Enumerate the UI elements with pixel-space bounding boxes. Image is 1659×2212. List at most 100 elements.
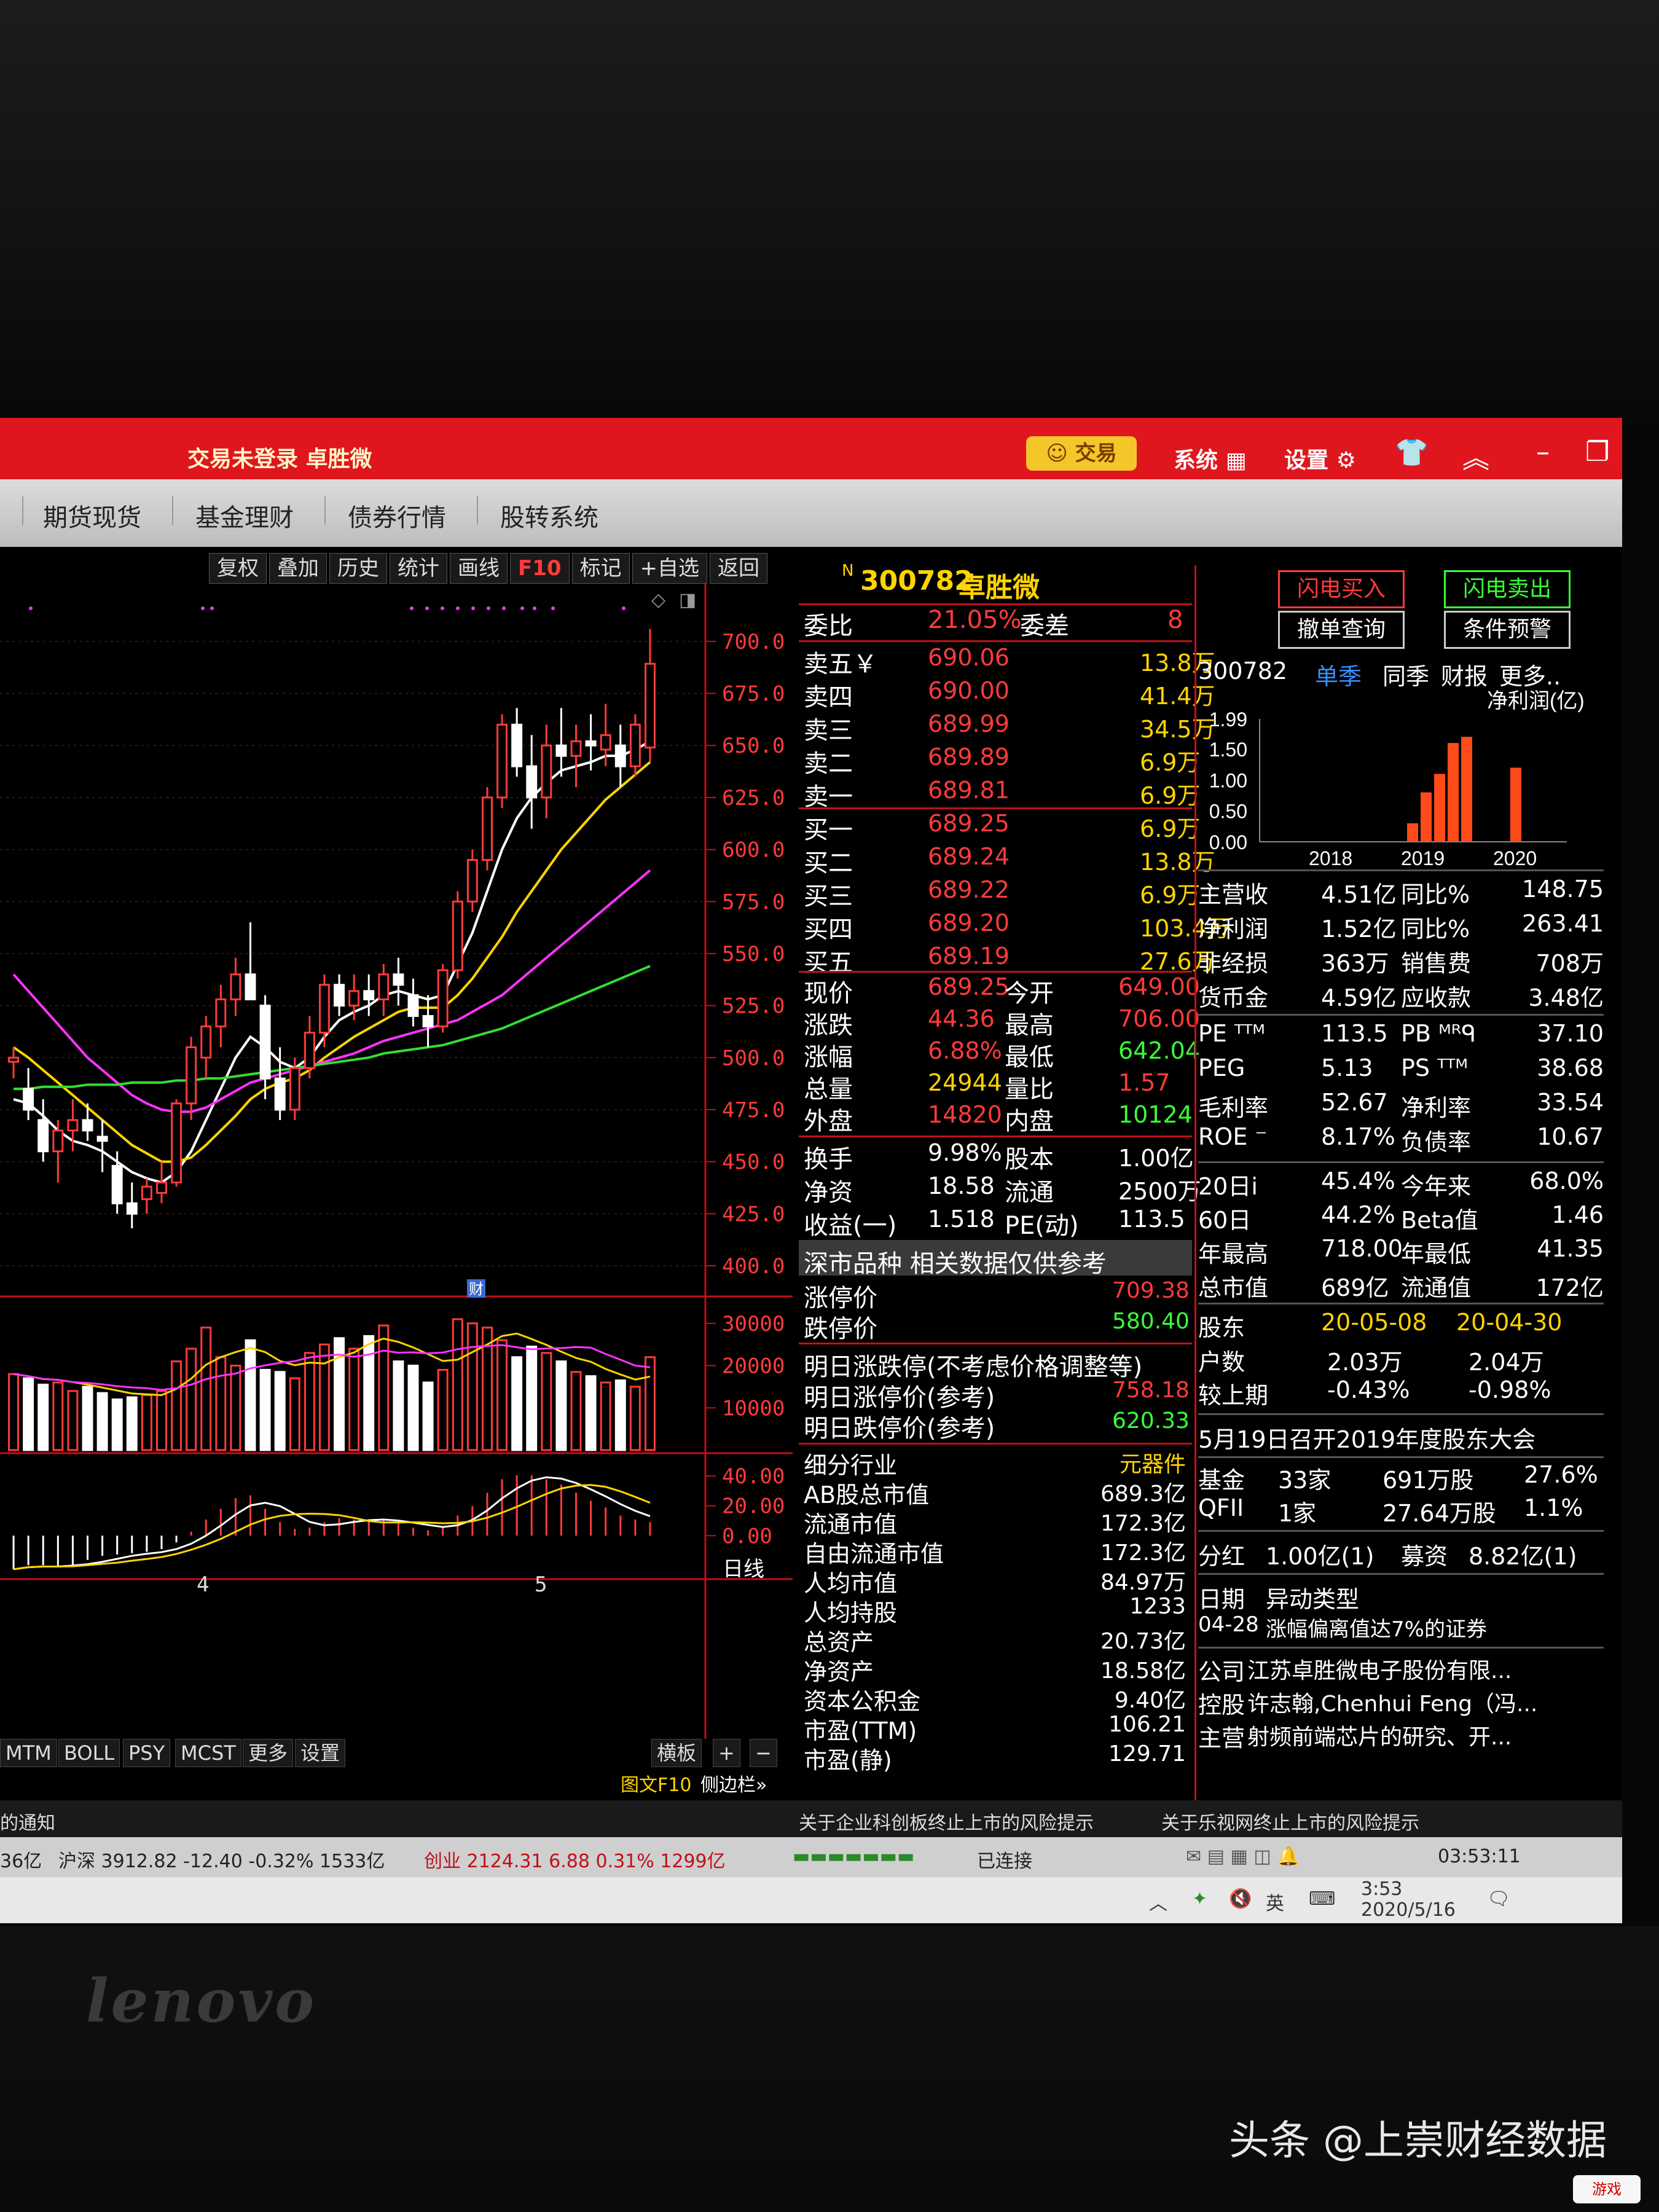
- stats-row-label: 换手: [804, 1145, 853, 1174]
- news-item-1[interactable]: 关于企业科创板终止上市的风险提示: [799, 1808, 1094, 1835]
- ask-row[interactable]: 卖三 689.99 34.5万: [799, 710, 1215, 745]
- company-row[interactable]: 公司 江苏卓胜微电子股份有限...: [1198, 1653, 1616, 1686]
- tab-report[interactable]: 财报: [1441, 657, 1488, 691]
- stats-row-value: 2500万: [1118, 1178, 1201, 1205]
- tab-more-fin[interactable]: 更多..: [1499, 657, 1561, 691]
- valuation-row-label: PB ᴹᴿᑫ: [1401, 1020, 1477, 1047]
- f10-button[interactable]: F10: [510, 553, 570, 584]
- stats-row-value: 9.98%: [928, 1139, 1002, 1166]
- event-text[interactable]: 涨幅偏离值达7%的证券: [1266, 1612, 1487, 1642]
- ask-row[interactable]: 卖二 689.89 6.9万: [799, 743, 1200, 778]
- tab-psy[interactable]: PSY: [123, 1739, 171, 1767]
- ask-row[interactable]: 卖五￥ 690.06 13.8万: [799, 644, 1215, 678]
- quote-row-label: 现价: [804, 979, 853, 1008]
- keyboard-icon[interactable]: ⌨: [1309, 1888, 1335, 1910]
- notification-icon[interactable]: 🗨: [1487, 1888, 1510, 1910]
- collapse-up-icon[interactable]: ︽: [1462, 436, 1489, 476]
- adjust-button[interactable]: 复权: [209, 553, 267, 584]
- notice-text[interactable]: 的通知: [0, 1808, 55, 1835]
- overlay-button[interactable]: 叠加: [269, 553, 327, 584]
- valuation-row: 毛利率 52.67 净利率 33.54: [1198, 1089, 1616, 1122]
- flash-sell-button[interactable]: 闪电卖出: [1444, 570, 1571, 608]
- tab-same-quarter[interactable]: 同季: [1382, 657, 1429, 691]
- volume-icon[interactable]: 🔇: [1229, 1888, 1252, 1910]
- candle-body: [570, 740, 582, 757]
- kline-chart[interactable]: 700.0 675.0 650.0 625.0 600.0 575.0 550.0 525.0…: [0, 584, 799, 1751]
- stats-row-value: 113.5: [1118, 1206, 1185, 1233]
- minimize-icon[interactable]: –: [1536, 436, 1550, 468]
- menu-item-futures[interactable]: 期货现货: [43, 498, 141, 533]
- add-watchlist-button[interactable]: +自选: [632, 553, 708, 584]
- menu-item-funds[interactable]: 基金理财: [195, 498, 294, 533]
- bid-row[interactable]: 买三 689.22 6.9万: [799, 876, 1200, 911]
- back-button[interactable]: 返回: [710, 553, 768, 584]
- index-ticker-gem[interactable]: 创业 2124.31 6.88 0.31% 1299亿: [424, 1846, 726, 1873]
- ask-row[interactable]: 卖一 689.81 6.9万: [799, 777, 1200, 811]
- price-tick-label: 475.0: [722, 1098, 785, 1123]
- menu-item-bonds[interactable]: 债券行情: [348, 498, 446, 533]
- bid-row[interactable]: 买四 689.20 103.4万: [799, 909, 1230, 944]
- profit-bar: [1407, 823, 1418, 842]
- shirt-icon[interactable]: 👕: [1395, 436, 1429, 468]
- index-ticker-bar: 36亿 沪深 3912.82 -12.40 -0.32% 1533亿 创业 21…: [0, 1837, 1622, 1877]
- holders-row-label: 户数: [1198, 1349, 1245, 1376]
- cancel-query-button[interactable]: 撤单查询: [1278, 611, 1405, 649]
- candle-body: [407, 994, 419, 1018]
- volume-bar: [245, 1339, 256, 1451]
- settings-label: 设置: [1284, 448, 1329, 473]
- quote-row-label: 总量: [804, 1075, 853, 1104]
- landscape-button[interactable]: 横板: [651, 1739, 702, 1767]
- stats-row: 收益(一) 1.518 PE(动) 113.5: [799, 1206, 1192, 1240]
- volume-bar: [555, 1360, 567, 1451]
- sidebar-toggle[interactable]: 侧边栏»: [700, 1770, 767, 1797]
- f10-text-link[interactable]: 图文F10: [621, 1770, 691, 1797]
- settings-menu[interactable]: 设置 ⚙: [1284, 442, 1356, 474]
- volume-bar: [526, 1346, 538, 1451]
- condition-alert-button[interactable]: 条件预警: [1444, 611, 1571, 649]
- tab-single-quarter[interactable]: 单季: [1315, 657, 1362, 691]
- mark-button[interactable]: 标记: [571, 553, 630, 584]
- profit-bar: [1510, 767, 1521, 842]
- candle-body: [67, 1119, 79, 1132]
- draw-line-button[interactable]: 画线: [450, 553, 508, 584]
- restore-icon[interactable]: ❐: [1585, 436, 1609, 468]
- marker-dot: [441, 606, 444, 610]
- bid-row[interactable]: 买二 689.24 13.8万: [799, 843, 1215, 877]
- index-ticker-sh-sz[interactable]: 沪深 3912.82 -12.40 -0.32% 1533亿: [58, 1846, 385, 1873]
- ime-indicator[interactable]: 英: [1266, 1888, 1284, 1915]
- history-button[interactable]: 历史: [329, 553, 387, 584]
- tab-more[interactable]: 更多: [243, 1739, 294, 1767]
- valuation-row-value: 113.5: [1321, 1020, 1388, 1047]
- tab-boll[interactable]: BOLL: [58, 1739, 120, 1767]
- ask-row[interactable]: 卖四 690.00 41.4万: [799, 677, 1215, 712]
- zoom-in-button[interactable]: +: [713, 1739, 740, 1767]
- quote-row-label: 涨幅: [804, 1043, 853, 1072]
- tray-up-arrow-icon[interactable]: ︿: [1149, 1888, 1167, 1915]
- holders-date-1: 20-05-08: [1321, 1309, 1427, 1336]
- tab-settings[interactable]: 设置: [295, 1739, 346, 1767]
- network-icon[interactable]: ✦: [1192, 1888, 1207, 1910]
- tab-mcst[interactable]: MCST: [175, 1739, 241, 1767]
- trade-button[interactable]: ☺ 交易: [1026, 436, 1137, 471]
- tab-mtm[interactable]: MTM: [0, 1739, 57, 1767]
- stock-code: 300782: [860, 565, 973, 597]
- financial-row-label: 同比%: [1401, 916, 1470, 943]
- fundamental-value: 18.58亿: [1100, 1658, 1186, 1684]
- zoom-out-button[interactable]: −: [750, 1739, 777, 1767]
- divider: [799, 1135, 1192, 1137]
- flash-buy-button[interactable]: 闪电买入: [1278, 570, 1405, 608]
- company-row[interactable]: 控股 许志翰,Chenhui Feng（冯...: [1198, 1686, 1616, 1719]
- divider: [799, 603, 1192, 605]
- company-row[interactable]: 主营 射频前端芯片的研究、开...: [1198, 1719, 1616, 1752]
- marker-dot: [210, 606, 214, 610]
- bid-level-label: 买一: [804, 816, 853, 844]
- news-item-2[interactable]: 关于乐视网终止上市的风险提示: [1161, 1808, 1419, 1835]
- menu-item-share-transfer[interactable]: 股转系统: [500, 498, 598, 533]
- volume-bar: [126, 1396, 138, 1451]
- quote-row-value: 1.57: [1118, 1069, 1171, 1096]
- fundamental-label: 人均市值: [804, 1570, 898, 1597]
- statistics-button[interactable]: 统计: [390, 553, 447, 584]
- bid-row[interactable]: 买一 689.25 6.9万: [799, 810, 1200, 844]
- system-menu[interactable]: 系统 ▦: [1174, 442, 1247, 474]
- candle-body: [644, 662, 656, 749]
